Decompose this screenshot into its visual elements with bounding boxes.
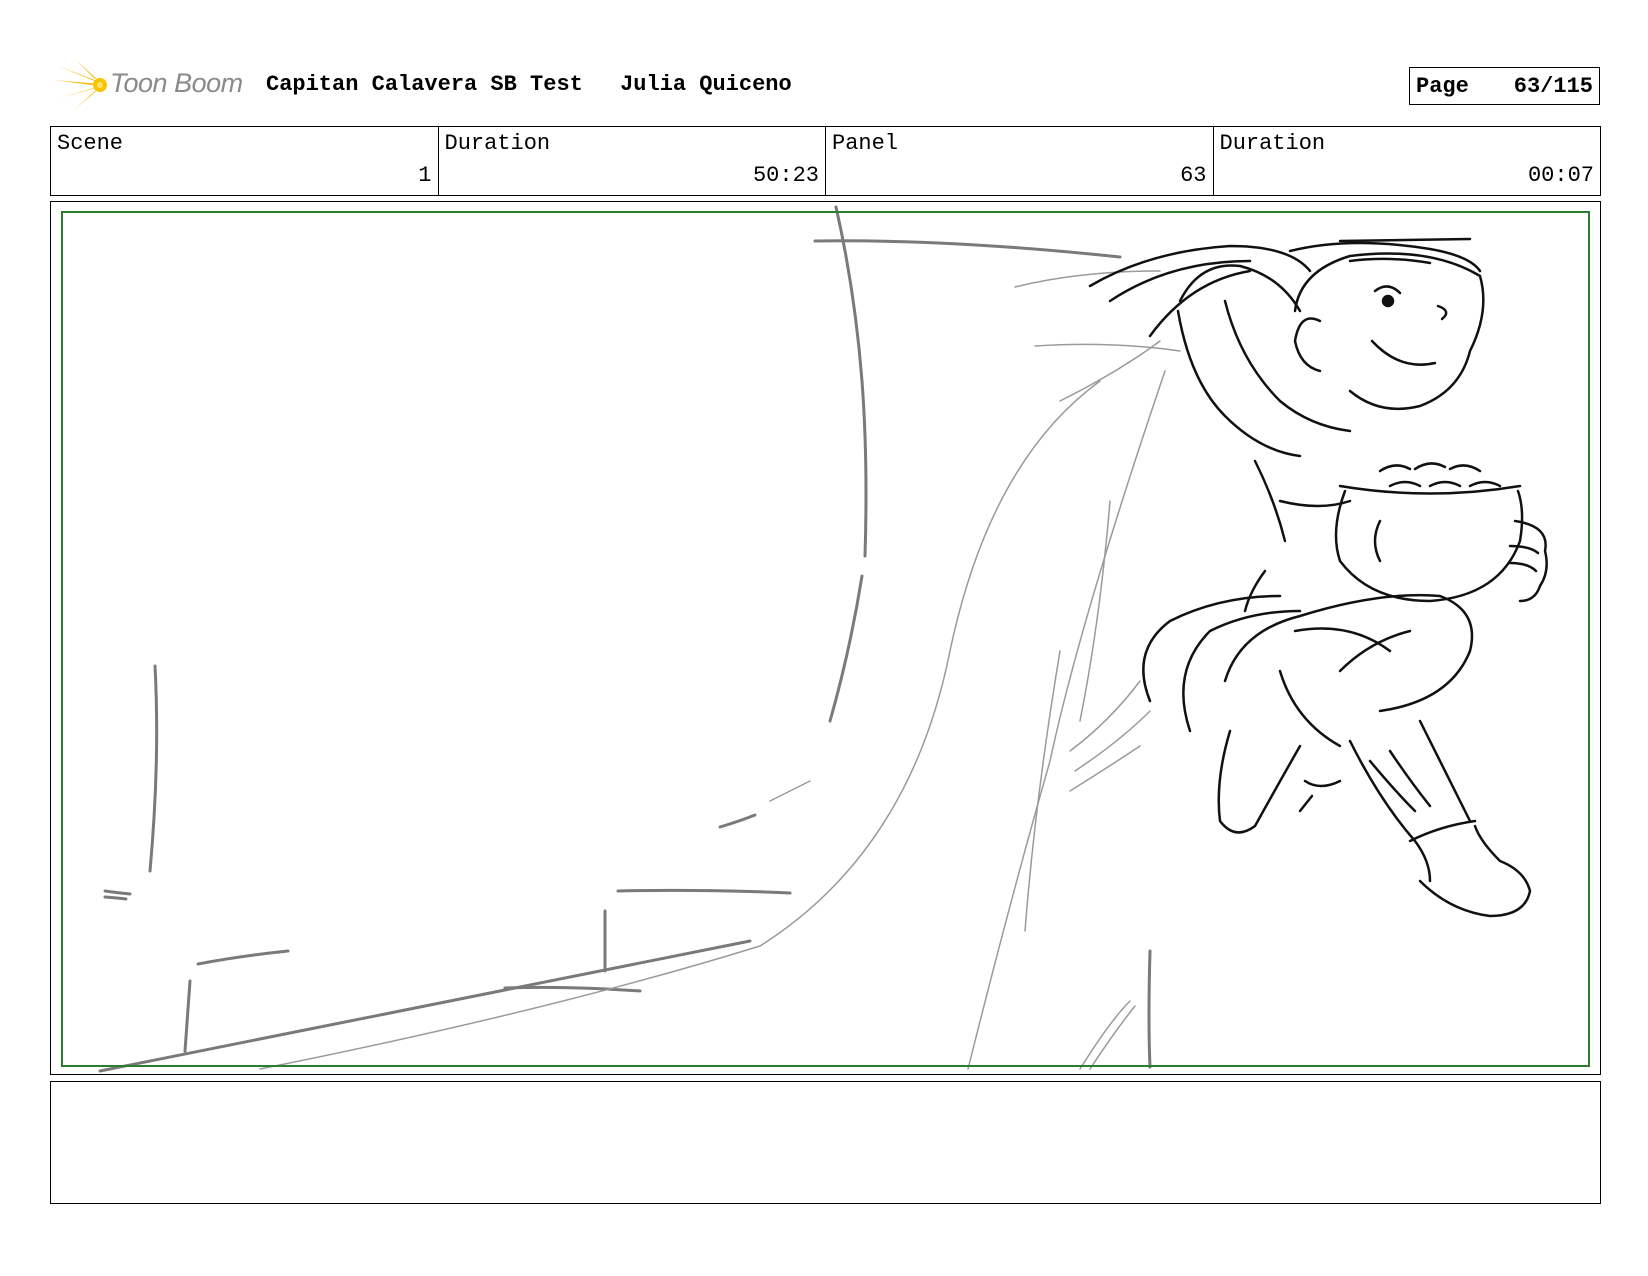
scene-duration-value: 50:23 xyxy=(752,163,819,188)
starburst-icon xyxy=(54,60,107,110)
project-title: Capitan Calavera SB Test xyxy=(266,72,583,97)
panel-value: 63 xyxy=(1180,163,1207,188)
panel-duration-cell: Duration 00:07 xyxy=(1214,127,1601,195)
panel-duration-value: 00:07 xyxy=(1527,163,1594,188)
panel-notes xyxy=(50,1081,1601,1204)
scene-value: 1 xyxy=(418,163,432,188)
page-label: Page xyxy=(1416,73,1469,99)
scene-duration-cell: Duration 50:23 xyxy=(439,127,826,195)
scene-duration-label: Duration xyxy=(444,131,551,156)
panel-label: Panel xyxy=(832,131,899,156)
scene-label: Scene xyxy=(57,131,124,156)
panel-duration-label: Duration xyxy=(1219,131,1326,156)
page-counter: Page 63/115 xyxy=(1409,67,1600,105)
page-value: 63/115 xyxy=(1513,73,1593,99)
header-title: Capitan Calavera SB Test Julia Quiceno xyxy=(266,72,816,97)
info-table: Scene 1 Duration 50:23 Panel 63 Duration… xyxy=(50,126,1601,196)
author-name: Julia Quiceno xyxy=(620,72,792,97)
panel-cell: Panel 63 xyxy=(826,127,1214,195)
safe-frame xyxy=(61,211,1590,1067)
scene-cell: Scene 1 xyxy=(51,127,439,195)
logo-text: Toon Boom xyxy=(110,68,243,98)
toon-boom-logo: Toon Boom xyxy=(52,58,252,114)
